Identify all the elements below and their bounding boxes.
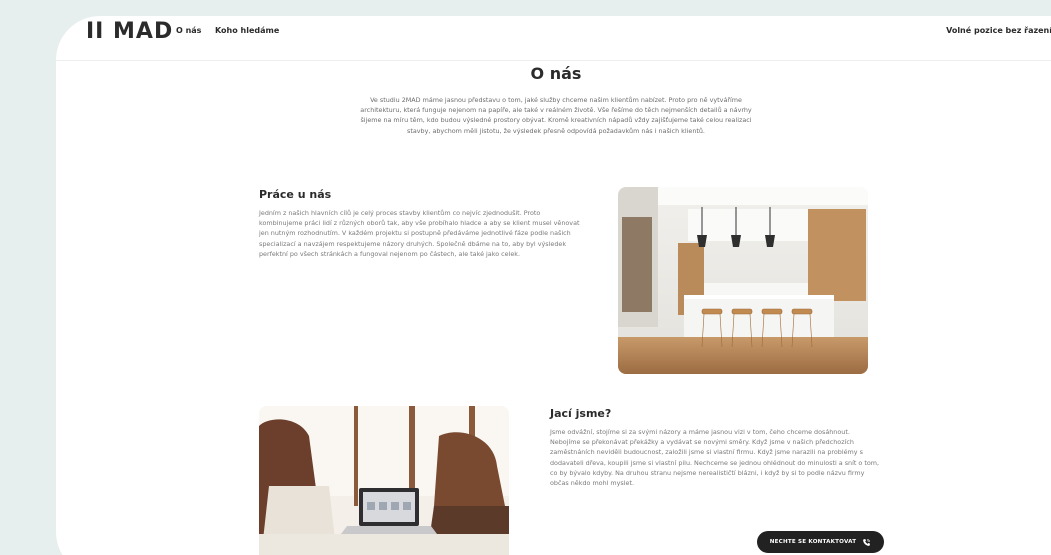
nav-divider	[56, 60, 1051, 61]
nav-link-careers[interactable]: Koho hledáme	[215, 26, 279, 35]
kitchen-photo	[618, 187, 868, 374]
contact-button-label: NECHTE SE KONTAKTOVAT	[769, 539, 857, 545]
kitchen-illustration	[618, 187, 868, 374]
page: II MAD O nás Koho hledáme Volné pozice b…	[56, 16, 1051, 555]
work-text: Jedním z našich hlavních cílů je celý pr…	[259, 209, 580, 258]
logo[interactable]: II MAD	[86, 19, 173, 44]
team-photo	[259, 406, 509, 555]
contact-button[interactable]: NECHTE SE KONTAKTOVAT	[757, 531, 884, 553]
nav-link-open-positions[interactable]: Volné pozice bez řazení	[946, 26, 1051, 35]
nav-link-about[interactable]: O nás	[176, 26, 201, 35]
about-intro-text: Ve studiu 2MAD máme jasnou představu o t…	[360, 96, 752, 135]
who-text: Jsme odvážní, stojíme si za svými názory…	[550, 428, 880, 488]
work-heading: Práce u nás	[259, 188, 332, 201]
top-nav: II MAD O nás Koho hledáme Volné pozice b…	[56, 16, 1051, 62]
team-illustration	[259, 406, 509, 555]
browser-frame: II MAD O nás Koho hledáme Volné pozice b…	[0, 0, 1051, 555]
page-title: O nás	[530, 64, 582, 83]
phone-icon	[863, 538, 871, 546]
who-heading: Jací jsme?	[550, 407, 612, 420]
